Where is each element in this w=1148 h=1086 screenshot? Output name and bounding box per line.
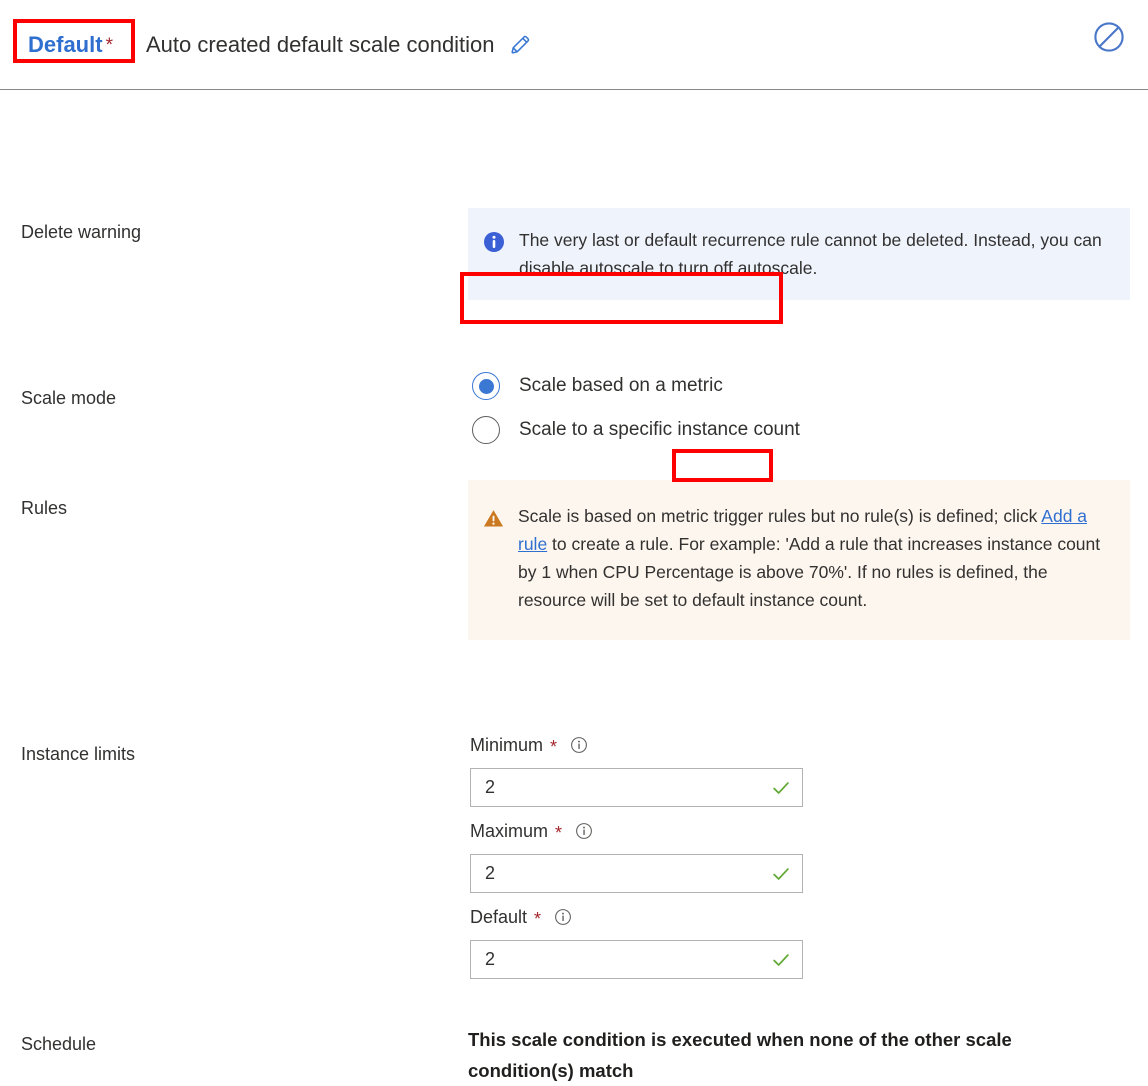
required-asterisk-maximum: *	[555, 823, 563, 843]
field-label-minimum: Minimum *	[470, 730, 803, 760]
input-wrapper-default[interactable]	[470, 940, 803, 979]
scale-mode-radio-group: Scale based on a metric Scale to a speci…	[460, 364, 800, 452]
label-scale-mode: Scale mode	[21, 388, 117, 408]
input-wrapper-maximum[interactable]	[470, 854, 803, 893]
condition-name-block[interactable]: Default *	[20, 26, 123, 64]
info-outline-icon-minimum[interactable]	[570, 736, 588, 754]
info-outline-icon-maximum[interactable]	[575, 822, 593, 840]
radio-indicator-metric[interactable]	[472, 372, 500, 400]
label-delete-warning: Delete warning	[21, 222, 142, 242]
field-label-maximum: Maximum *	[470, 816, 803, 846]
label-schedule: Schedule	[21, 1034, 97, 1054]
field-label-text-minimum: Minimum	[470, 734, 544, 755]
delete-warning-text: The very last or default recurrence rule…	[519, 230, 1102, 278]
field-default: Default *	[470, 902, 803, 979]
schedule-description: This scale condition is executed when no…	[468, 1029, 1012, 1081]
field-label-text-default: Default	[470, 906, 528, 927]
rules-warning-text-part1: Scale is based on metric trigger rules b…	[518, 506, 1042, 526]
delete-warning-message-box: The very last or default recurrence rule…	[468, 208, 1130, 300]
maximum-instance-input[interactable]	[485, 863, 770, 884]
minimum-instance-input[interactable]	[485, 777, 770, 798]
annotation-box-add-a-rule-link	[672, 449, 773, 482]
rules-warning-text: Scale is based on metric trigger rules b…	[518, 502, 1114, 614]
warning-triangle-icon	[482, 507, 505, 535]
default-instance-input[interactable]	[485, 949, 770, 970]
radio-scale-to-instance-count[interactable]: Scale to a specific instance count	[460, 408, 800, 452]
required-asterisk-default: *	[534, 909, 542, 929]
condition-header: Default * Auto created default scale con…	[0, 0, 1148, 90]
input-wrapper-minimum[interactable]	[470, 768, 803, 807]
required-asterisk: *	[105, 35, 113, 56]
valid-check-icon-default	[770, 949, 792, 971]
radio-scale-based-on-metric[interactable]: Scale based on a metric	[460, 364, 800, 408]
radio-label-instance-count: Scale to a specific instance count	[519, 419, 800, 440]
condition-name: Default	[28, 31, 103, 57]
required-asterisk-minimum: *	[550, 737, 558, 757]
radio-label-metric: Scale based on a metric	[519, 375, 723, 396]
info-circle-icon	[482, 230, 506, 259]
valid-check-icon-minimum	[770, 777, 792, 799]
field-label-default: Default *	[470, 902, 803, 932]
condition-description: Auto created default scale condition	[145, 31, 495, 57]
info-outline-icon-default[interactable]	[554, 908, 572, 926]
radio-indicator-instance-count[interactable]	[472, 416, 500, 444]
rules-warning-text-part2: to create a rule. For example: 'Add a ru…	[518, 534, 1101, 610]
pencil-edit-icon[interactable]	[508, 32, 533, 57]
field-maximum: Maximum *	[470, 816, 803, 893]
label-instance-limits: Instance limits	[21, 744, 136, 764]
rules-warning-message-box: Scale is based on metric trigger rules b…	[468, 480, 1130, 640]
field-minimum: Minimum *	[470, 730, 803, 807]
field-label-text-maximum: Maximum	[470, 820, 549, 841]
valid-check-icon-maximum	[770, 863, 792, 885]
label-rules: Rules	[21, 498, 68, 518]
no-entry-disable-icon[interactable]	[1092, 20, 1126, 59]
